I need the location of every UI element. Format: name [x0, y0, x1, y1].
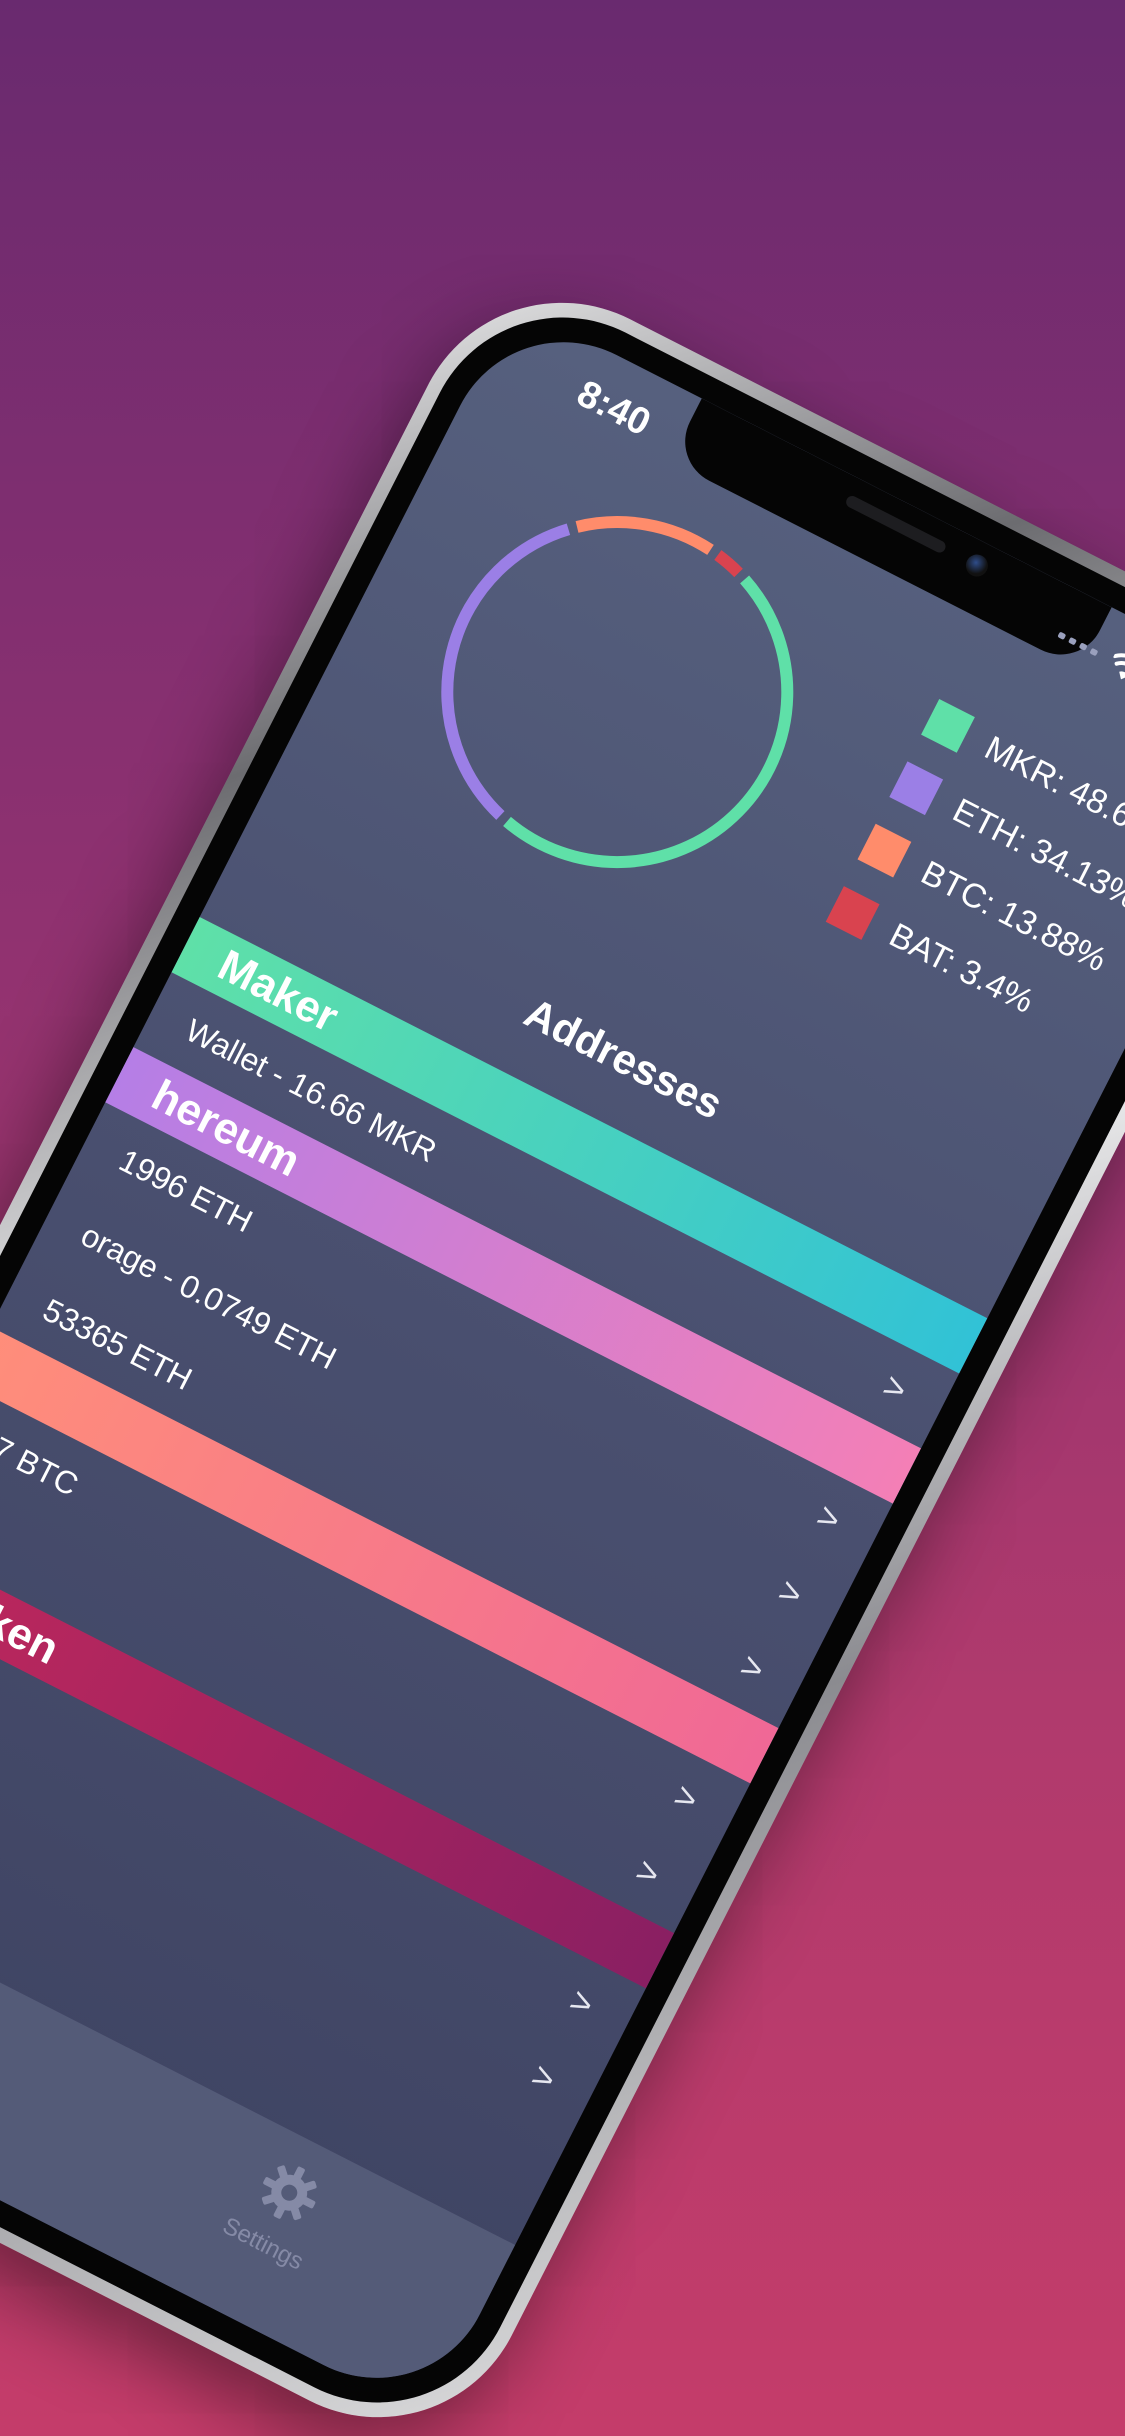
- legend-swatch: [857, 823, 912, 878]
- chart-legend: MKR: 48.6% ETH: 34.13% BTC: 13.88% BAT: 3.4…: [825, 698, 1125, 1043]
- front-camera: [962, 550, 992, 581]
- stage: 8:40 MKR: 48.6% ETH: 34.13% BTC: 13.88% …: [0, 0, 1125, 2436]
- legend-swatch: [889, 761, 944, 816]
- app-screen: 8:40 MKR: 48.6% ETH: 34.13% BTC: 13.88% …: [0, 302, 1125, 2418]
- donut-slice-3: [714, 550, 743, 578]
- chevron-right-icon: >: [876, 1364, 914, 1411]
- donut-slice-0: [503, 575, 794, 869]
- donut-slice-1: [441, 523, 571, 820]
- legend-swatch: [825, 886, 880, 940]
- legend-swatch: [921, 698, 975, 753]
- phone-device: 8:40 MKR: 48.6% ETH: 34.13% BTC: 13.88% …: [0, 251, 1125, 2436]
- chevron-right-icon: >: [667, 1774, 706, 1821]
- chevron-right-icon: >: [525, 2054, 563, 2101]
- tab-settings[interactable]: Settings: [218, 2144, 342, 2276]
- status-time: 8:40: [570, 372, 658, 445]
- address-list: Maker Wallet - 16.66 MKR > hereum 1996 ETH > o…: [0, 916, 988, 2138]
- wifi-icon: [1105, 649, 1125, 688]
- chevron-right-icon: >: [810, 1494, 848, 1541]
- status-icons: [1052, 622, 1125, 723]
- chevron-right-icon: >: [563, 1979, 601, 2026]
- chevron-right-icon: >: [629, 1849, 668, 1896]
- chevron-right-icon: >: [772, 1569, 810, 1616]
- donut-slice-2: [575, 516, 714, 555]
- chevron-right-icon: >: [734, 1644, 772, 1691]
- signal-icon: [1057, 631, 1099, 657]
